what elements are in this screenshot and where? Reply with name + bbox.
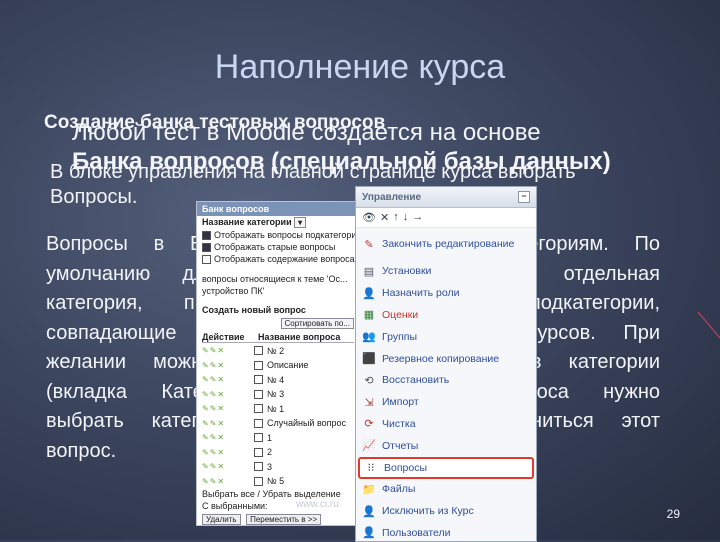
sort-select[interactable]: Сортировать по... (280, 318, 354, 330)
questions-icon: ⁝⁝ (367, 462, 375, 475)
menu-item-groups[interactable]: 👥 Группы (356, 326, 536, 348)
checkbox[interactable] (202, 243, 211, 253)
decorative-line (698, 312, 720, 339)
intro-line-1: Любой тест в Moodle создается на основе (72, 119, 541, 146)
question-actions-icons[interactable]: ✎✎✕ (202, 361, 254, 370)
question-actions-icons[interactable]: ✎✎✕ (202, 462, 254, 471)
questions-list: ✎✎✕ № 2 ✎✎✕ Описание ✎✎✕ № 4 ✎✎✕ № 3 ✎✎✕ № 1 … (197, 343, 359, 488)
question-row: ✎✎✕ № 5 (202, 476, 285, 487)
block-controls: 👁 ✕ ↑ ↓ → (356, 208, 536, 228)
intro-line-3: В блоке управления на главной странице к… (50, 161, 576, 183)
checkbox[interactable] (202, 255, 211, 265)
question-actions-icons[interactable]: ✎✎✕ (202, 390, 254, 399)
move-to-button[interactable]: Переместить в >> (246, 514, 322, 525)
question-row: ✎✎✕ Описание (202, 360, 309, 371)
question-actions-icons[interactable]: ✎✎✕ (202, 375, 254, 384)
create-question-label: Создать новый вопрос (202, 305, 306, 316)
question-actions-icons[interactable]: ✎✎✕ (202, 346, 254, 355)
menu-item-files[interactable]: 📁 Файлы (356, 479, 536, 501)
bank-header: Банк вопросов (197, 202, 359, 216)
question-actions-icons[interactable]: ✎✎✕ (202, 433, 254, 442)
category-label: Название категории ▾ (197, 216, 359, 229)
collapse-icon[interactable]: − (518, 191, 530, 203)
question-actions-icons[interactable]: ✎✎✕ (202, 477, 254, 486)
roles-icon: 👤 (362, 287, 376, 300)
delete-icon[interactable]: ✕ (380, 211, 389, 224)
menu-item-reset[interactable]: ⟳ Чистка (356, 414, 536, 436)
question-checkbox[interactable] (254, 360, 263, 370)
arrow-up-icon[interactable]: ↑ (393, 211, 399, 224)
admin-header: Управление (362, 191, 422, 203)
questions-table-header: Действие Название вопроса (202, 332, 354, 344)
clean-icon: ⟳ (364, 418, 374, 431)
import-icon: ⇲ (364, 396, 374, 409)
backup-icon: ⬛ (362, 353, 376, 366)
question-checkbox[interactable] (254, 346, 263, 356)
question-row: ✎✎✕ № 2 (202, 345, 285, 356)
slide-number: 29 (666, 507, 680, 521)
question-actions-icons[interactable]: ✎✎✕ (202, 419, 254, 428)
menu-item-finish-editing[interactable]: ✎ Закончить редактирование (356, 228, 536, 261)
question-row: ✎✎✕ № 3 (202, 389, 285, 400)
menu-item-assign-roles[interactable]: 👤 Назначить роли (356, 283, 536, 305)
menu-item-grades[interactable]: ▦ Оценки (356, 305, 536, 327)
slide-title: Наполнение курса (214, 48, 506, 86)
arrow-down-icon[interactable]: ↓ (403, 211, 409, 224)
settings-doc-icon: ▤ (363, 265, 375, 278)
question-row: ✎✎✕ № 1 (202, 403, 285, 414)
question-actions-icons[interactable]: ✎✎✕ (202, 404, 254, 413)
menu-item-backup[interactable]: ⬛ Резервное копирование (356, 348, 536, 370)
option-subcategories[interactable]: Отображать вопросы подкатегорий (197, 229, 359, 241)
question-checkbox[interactable] (254, 433, 263, 443)
reports-icon: 📈 (362, 440, 376, 453)
option-old-questions[interactable]: Отображать старые вопросы (197, 241, 359, 253)
question-checkbox[interactable] (254, 389, 263, 399)
arrow-right-icon[interactable]: → (412, 211, 423, 224)
menu-item-users[interactable]: 👤 Пользователи (356, 523, 536, 541)
menu-item-import[interactable]: ⇲ Импорт (356, 392, 536, 414)
category-description-2: устройство ПК' (202, 286, 265, 297)
menu-item-questions[interactable]: ⁝⁝ Вопросы (358, 457, 534, 479)
checkbox[interactable] (202, 231, 211, 241)
question-checkbox[interactable] (254, 404, 263, 414)
question-row: ✎✎✕ 2 (202, 447, 273, 458)
hide-icon[interactable]: 👁 (362, 211, 376, 224)
users-icon: 👤 (362, 527, 376, 540)
option-show-content[interactable]: Отображать содержание вопроса (197, 253, 359, 265)
administration-block: Управление − 👁 ✕ ↑ ↓ → ✎ Закончить редак… (355, 186, 537, 542)
category-description: вопросы относящиеся к теме 'Ос... (202, 274, 348, 285)
category-select[interactable]: ▾ (294, 217, 307, 228)
question-row: ✎✎✕ № 4 (202, 374, 285, 385)
intro-line-questions: Вопросы. (50, 186, 138, 208)
groups-icon: 👥 (362, 331, 376, 344)
question-checkbox[interactable] (254, 418, 263, 428)
footer-watermark: www.ci.ru (296, 499, 339, 510)
question-bank-panel: Банк вопросов Название категории ▾ Отобр… (196, 201, 360, 526)
question-row: ✎✎✕ Случайный вопрос (202, 418, 347, 429)
question-checkbox[interactable] (254, 447, 263, 457)
question-row: ✎✎✕ 1 (202, 432, 273, 443)
question-checkbox[interactable] (254, 462, 263, 472)
restore-icon: ⟲ (364, 374, 374, 387)
menu-item-reports[interactable]: 📈 Отчеты (356, 435, 536, 457)
question-row: ✎✎✕ 3 (202, 461, 273, 472)
question-checkbox[interactable] (254, 476, 263, 486)
grades-icon: ▦ (363, 309, 375, 322)
menu-item-restore[interactable]: ⟲ Восстановить (356, 370, 536, 392)
files-icon: 📁 (362, 483, 376, 496)
unenrol-icon: 👤 (362, 505, 376, 518)
pencil-icon: ✎ (364, 238, 374, 251)
menu-item-unenrol[interactable]: 👤 Исключить из Курс (356, 501, 536, 523)
question-checkbox[interactable] (254, 375, 263, 385)
menu-item-settings[interactable]: ▤ Установки (356, 261, 536, 283)
question-actions-icons[interactable]: ✎✎✕ (202, 448, 254, 457)
delete-button[interactable]: Удалить (202, 514, 241, 525)
